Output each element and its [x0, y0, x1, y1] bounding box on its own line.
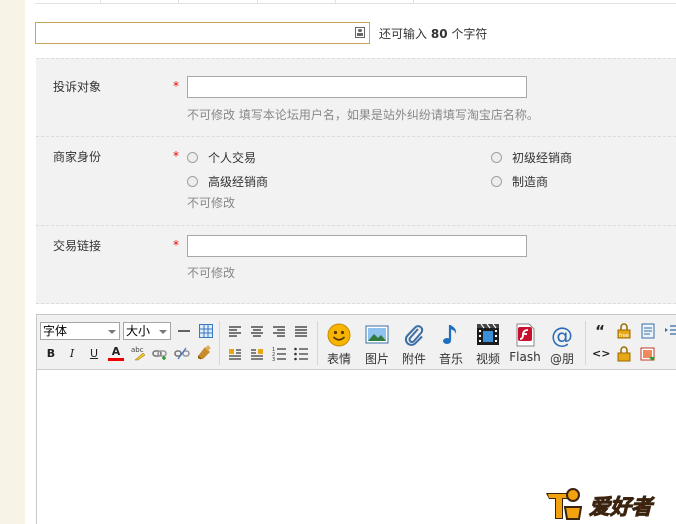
radio-individual[interactable]	[187, 152, 198, 163]
hidden-content-icon[interactable]: free	[616, 323, 632, 339]
subject-input[interactable]	[38, 25, 348, 41]
flash-label: Flash	[509, 350, 541, 364]
music-label: 音乐	[438, 352, 463, 366]
music-note-icon	[443, 325, 457, 344]
svg-text:abc: abc	[131, 346, 144, 354]
attachment-label: 附件	[401, 352, 426, 366]
link-label: 交易链接	[53, 239, 102, 253]
font-size-select[interactable]: 大小	[123, 322, 171, 340]
target-label: 投诉对象	[53, 80, 102, 94]
radio-senior-dealer-label: 高级经销商	[208, 175, 269, 189]
attachment-button[interactable]: 附件	[397, 323, 431, 367]
toolbar-divider	[585, 321, 586, 365]
radio-manufacturer[interactable]	[491, 176, 502, 187]
row-divider	[36, 225, 676, 226]
radio-junior-dealer-label: 初级经销商	[512, 151, 573, 165]
unordered-list-icon[interactable]	[293, 346, 309, 362]
music-button[interactable]: 音乐	[434, 323, 468, 367]
image-label: 图片	[364, 352, 389, 366]
smiley-icon	[327, 323, 351, 347]
link-icon[interactable]	[152, 345, 168, 361]
align-center-icon[interactable]	[249, 324, 265, 340]
indent-icon[interactable]	[664, 323, 676, 339]
post-page: 还可输入 80 个字符 投诉对象 * 不可修改 填写本论坛用户名，如果是站外纠纷…	[25, 0, 676, 524]
highlight-icon[interactable]: abc	[130, 345, 146, 361]
mention-button[interactable]: @ @朋	[545, 323, 579, 367]
page-break-icon[interactable]	[640, 323, 656, 339]
radio-senior-dealer[interactable]	[187, 176, 198, 187]
svg-text:@: @	[551, 324, 573, 347]
font-family-select[interactable]: 字体	[40, 322, 120, 340]
remaining-count: 80	[430, 27, 448, 41]
font-color-button[interactable]: A	[108, 345, 124, 361]
radio-junior-dealer[interactable]	[491, 152, 502, 163]
unlink-icon[interactable]	[174, 345, 190, 361]
table-icon[interactable]	[198, 323, 214, 339]
quote-button[interactable]: “	[592, 323, 608, 339]
italic-button[interactable]: I	[64, 346, 80, 362]
float-right-icon[interactable]	[249, 346, 265, 362]
merchant-label: 商家身份	[53, 150, 102, 164]
at-sign-icon: @	[551, 324, 573, 347]
merchant-required-mark: *	[173, 149, 179, 163]
paid-content-icon[interactable]	[616, 346, 632, 362]
justify-icon[interactable]	[293, 324, 309, 340]
mention-label: @朋	[549, 352, 574, 366]
svg-text:3: 3	[272, 357, 275, 362]
site-logo: 爱好者	[546, 488, 655, 520]
remaining-chars: 还可输入 80 个字符	[379, 27, 488, 41]
toolbar-divider	[219, 321, 220, 365]
flash-button[interactable]: Flash	[508, 323, 542, 367]
underline-button[interactable]: U	[86, 346, 102, 362]
code-button[interactable]: <>	[592, 346, 610, 362]
align-right-icon[interactable]	[271, 324, 287, 340]
row-divider	[36, 136, 676, 137]
radio-individual-label: 个人交易	[208, 151, 257, 165]
link-input[interactable]	[187, 235, 527, 257]
video-label: 视频	[475, 352, 500, 366]
insert-image-list-icon[interactable]	[640, 346, 656, 362]
image-button[interactable]: 图片	[360, 323, 394, 367]
video-button[interactable]: 视频	[471, 323, 505, 367]
merchant-hint: 不可修改	[187, 196, 236, 210]
chevron-down-icon	[108, 330, 116, 334]
image-icon	[365, 325, 389, 344]
emoji-button[interactable]: 表情	[322, 323, 356, 367]
target-required-mark: *	[173, 79, 179, 93]
link-hint: 不可修改	[187, 266, 236, 280]
film-icon	[477, 323, 499, 345]
logo-text: 爱好者	[589, 495, 655, 519]
target-hint: 不可修改 填写本论坛用户名，如果是站外纠纷请填写淘宝店名称。	[187, 108, 539, 122]
editor-toolbar: 字体 大小 B I U A abc 123 表情 图片 附件 音乐 视频 Fla…	[37, 315, 676, 370]
bold-button[interactable]: B	[43, 346, 59, 362]
target-input[interactable]	[187, 76, 527, 98]
link-required-mark: *	[173, 238, 179, 252]
logo-mascot	[546, 488, 583, 520]
svg-text:free: free	[619, 333, 629, 339]
contact-card-icon[interactable]	[355, 27, 365, 38]
clear-format-icon[interactable]	[196, 345, 212, 361]
paperclip-icon	[404, 325, 424, 346]
tab-strip	[35, 0, 676, 4]
chevron-down-icon	[159, 330, 167, 334]
emoji-label: 表情	[326, 352, 351, 366]
float-left-icon[interactable]	[227, 346, 243, 362]
complaint-form: 投诉对象 * 不可修改 填写本论坛用户名，如果是站外纠纷请填写淘宝店名称。 商家…	[36, 58, 676, 304]
radio-manufacturer-label: 制造商	[512, 175, 549, 189]
align-left-icon[interactable]	[227, 324, 243, 340]
subject-field[interactable]	[35, 22, 370, 44]
flash-icon	[516, 323, 535, 347]
ordered-list-icon[interactable]: 123	[271, 346, 287, 363]
horizontal-rule-icon[interactable]	[176, 323, 192, 339]
